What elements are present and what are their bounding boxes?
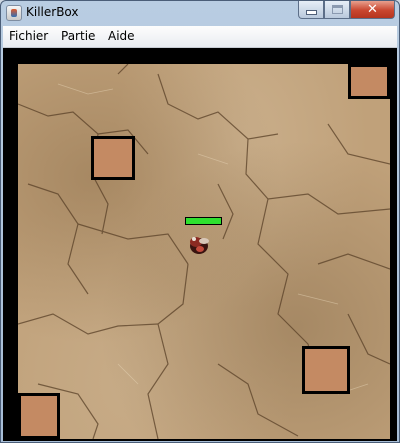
minimize-button[interactable] [298,1,324,19]
title-bar[interactable]: KillerBox ✕ [1,1,399,25]
player-character [190,237,209,254]
menu-bar: Fichier Partie Aide [3,26,397,48]
close-icon: ✕ [367,2,378,17]
player-health-bar [185,217,222,225]
wall-block-upper-left [91,136,135,180]
player-health-fill [186,218,221,224]
window-title: KillerBox [26,5,79,19]
menu-aide[interactable]: Aide [108,29,135,43]
wall-block-lower-right [302,346,350,394]
java-app-icon [6,5,22,21]
minimize-icon [305,9,317,15]
maximize-icon [331,5,343,14]
wall-block-top-right [348,64,390,99]
wall-block-bottom-left [18,393,60,439]
maximize-button[interactable] [324,1,350,19]
close-button[interactable]: ✕ [350,1,395,19]
menu-fichier[interactable]: Fichier [9,29,48,43]
menu-partie[interactable]: Partie [61,29,95,43]
